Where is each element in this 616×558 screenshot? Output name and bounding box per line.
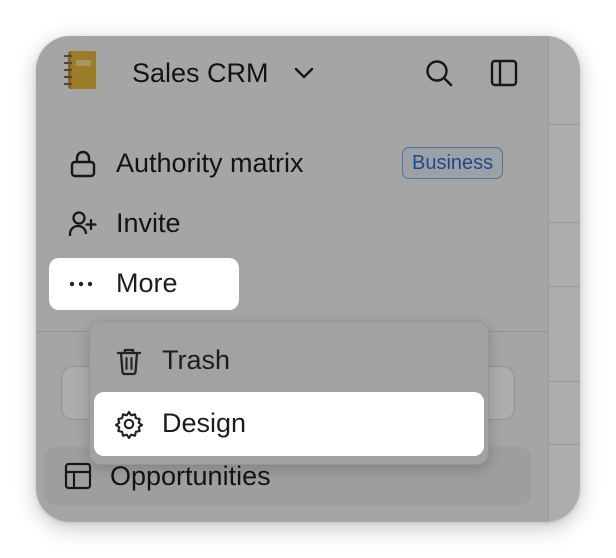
sidebar-item-label: More — [116, 268, 178, 298]
menu-item-label: Design — [162, 408, 247, 438]
gear-icon — [114, 409, 144, 439]
trash-icon — [114, 346, 144, 376]
sidebar-item-more[interactable]: More — [49, 258, 239, 310]
app-window: Sales CRM Authority matrix Business Invi… — [36, 36, 580, 522]
menu-item-label: Trash — [162, 345, 231, 375]
more-horizontal-icon — [67, 270, 97, 298]
menu-item-trash[interactable]: Trash — [94, 329, 484, 393]
menu-item-design[interactable]: Design — [94, 392, 484, 456]
more-menu: Trash Design — [89, 321, 489, 465]
